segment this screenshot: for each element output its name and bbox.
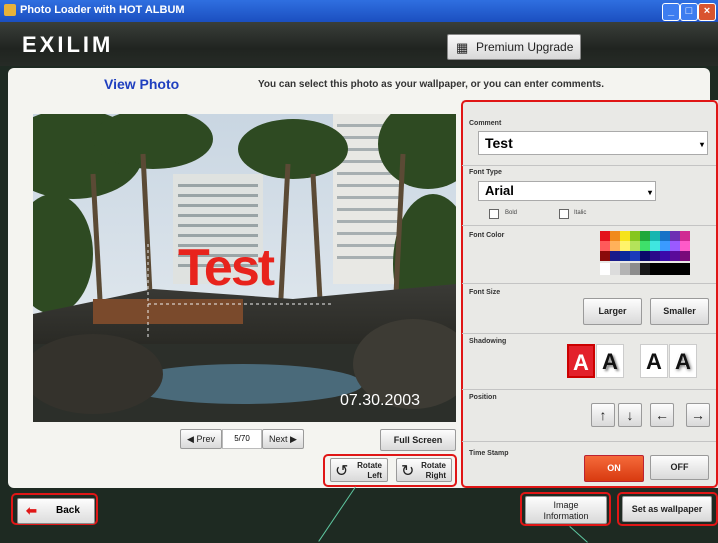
photo-date-stamp: 07.30.2003: [340, 392, 421, 409]
rotate-right-icon: ↻: [401, 463, 415, 480]
time-stamp-on-button[interactable]: ON: [584, 455, 644, 482]
premium-upgrade-label: Premium Upgrade: [476, 40, 574, 54]
font-larger-button[interactable]: Larger: [583, 298, 642, 325]
prev-button[interactable]: ◀ Prev: [180, 429, 222, 449]
font-color-label: Font Color: [469, 232, 505, 239]
next-button[interactable]: Next ▶: [262, 429, 304, 449]
font-type-value: Arial: [485, 183, 514, 198]
rotate-left-label-2: Left: [367, 471, 382, 480]
shadow-option-4[interactable]: A: [669, 344, 697, 378]
rotate-left-icon: ↺: [335, 463, 349, 480]
arrow-up-button[interactable]: ↑: [591, 403, 615, 427]
maximize-button[interactable]: □: [680, 3, 698, 21]
time-stamp-label: Time Stamp: [469, 450, 509, 457]
rotate-right-button[interactable]: ↻ Rotate Right: [396, 458, 452, 482]
divider: [462, 441, 716, 442]
page-indicator: 5/70: [222, 429, 262, 449]
back-label: Back: [56, 505, 80, 516]
arrow-right-button[interactable]: →: [686, 403, 710, 427]
italic-checkbox[interactable]: [559, 209, 569, 219]
shadow-option-2[interactable]: A: [596, 344, 624, 378]
shadow-option-3[interactable]: A: [640, 344, 668, 378]
font-type-label: Font Type: [469, 169, 502, 176]
divider: [462, 165, 716, 166]
font-color-palette[interactable]: [600, 231, 690, 277]
window-title: Photo Loader with HOT ALBUM: [20, 4, 185, 16]
divider: [462, 333, 716, 334]
divider: [462, 225, 716, 226]
full-screen-button[interactable]: Full Screen: [380, 429, 456, 451]
shadow-option-1[interactable]: A: [567, 344, 595, 378]
chevron-down-icon: ▾: [647, 188, 652, 197]
shadowing-label: Shadowing: [469, 338, 507, 345]
brand-logo: EXILIM: [22, 32, 114, 57]
bold-label: Bold: [505, 210, 518, 216]
premium-upgrade-button[interactable]: ▦ Premium Upgrade: [447, 34, 581, 60]
divider: [462, 389, 716, 390]
rotate-left-label-1: Rotate: [357, 461, 382, 470]
set-wallpaper-button[interactable]: Set as wallpaper: [622, 496, 712, 522]
font-smaller-button[interactable]: Smaller: [650, 298, 709, 325]
arrow-left-button[interactable]: ←: [650, 403, 674, 427]
photo-comment-overlay: Test: [178, 239, 275, 297]
next-label: Next: [269, 434, 288, 444]
font-type-select[interactable]: Arial ▾: [478, 181, 656, 201]
arrow-down-button[interactable]: ↓: [618, 403, 642, 427]
time-stamp-off-button[interactable]: OFF: [650, 455, 709, 480]
back-arrow-icon: ⬅: [26, 503, 37, 518]
page-title: View Photo: [104, 76, 180, 92]
position-label: Position: [469, 394, 497, 401]
comment-field[interactable]: Test ▾: [478, 131, 708, 155]
prev-label: Prev: [196, 434, 215, 444]
image-info-label-2: Information: [543, 511, 589, 521]
close-button[interactable]: ×: [698, 3, 716, 21]
rotate-right-label-1: Rotate: [421, 461, 446, 470]
chevron-down-icon: ▾: [699, 140, 704, 149]
window-title-bar: Photo Loader with HOT ALBUM _ □ ×: [0, 0, 718, 22]
page-hint: You can select this photo as your wallpa…: [258, 79, 605, 90]
italic-label: Italic: [574, 210, 587, 216]
back-button[interactable]: ⬅ Back: [17, 498, 95, 524]
app-icon: [4, 4, 16, 16]
comment-value: Test: [485, 135, 513, 151]
bold-checkbox[interactable]: [489, 209, 499, 219]
divider: [462, 283, 716, 284]
rotate-left-button[interactable]: ↺ Rotate Left: [330, 458, 388, 482]
font-size-label: Font Size: [469, 289, 501, 296]
comment-label: Comment: [469, 120, 502, 127]
image-information-button[interactable]: Image Information: [525, 496, 607, 524]
premium-icon: ▦: [456, 40, 469, 55]
rotate-right-label-2: Right: [425, 471, 446, 480]
image-info-label-1: Image: [553, 500, 579, 510]
minimize-button[interactable]: _: [662, 3, 680, 21]
